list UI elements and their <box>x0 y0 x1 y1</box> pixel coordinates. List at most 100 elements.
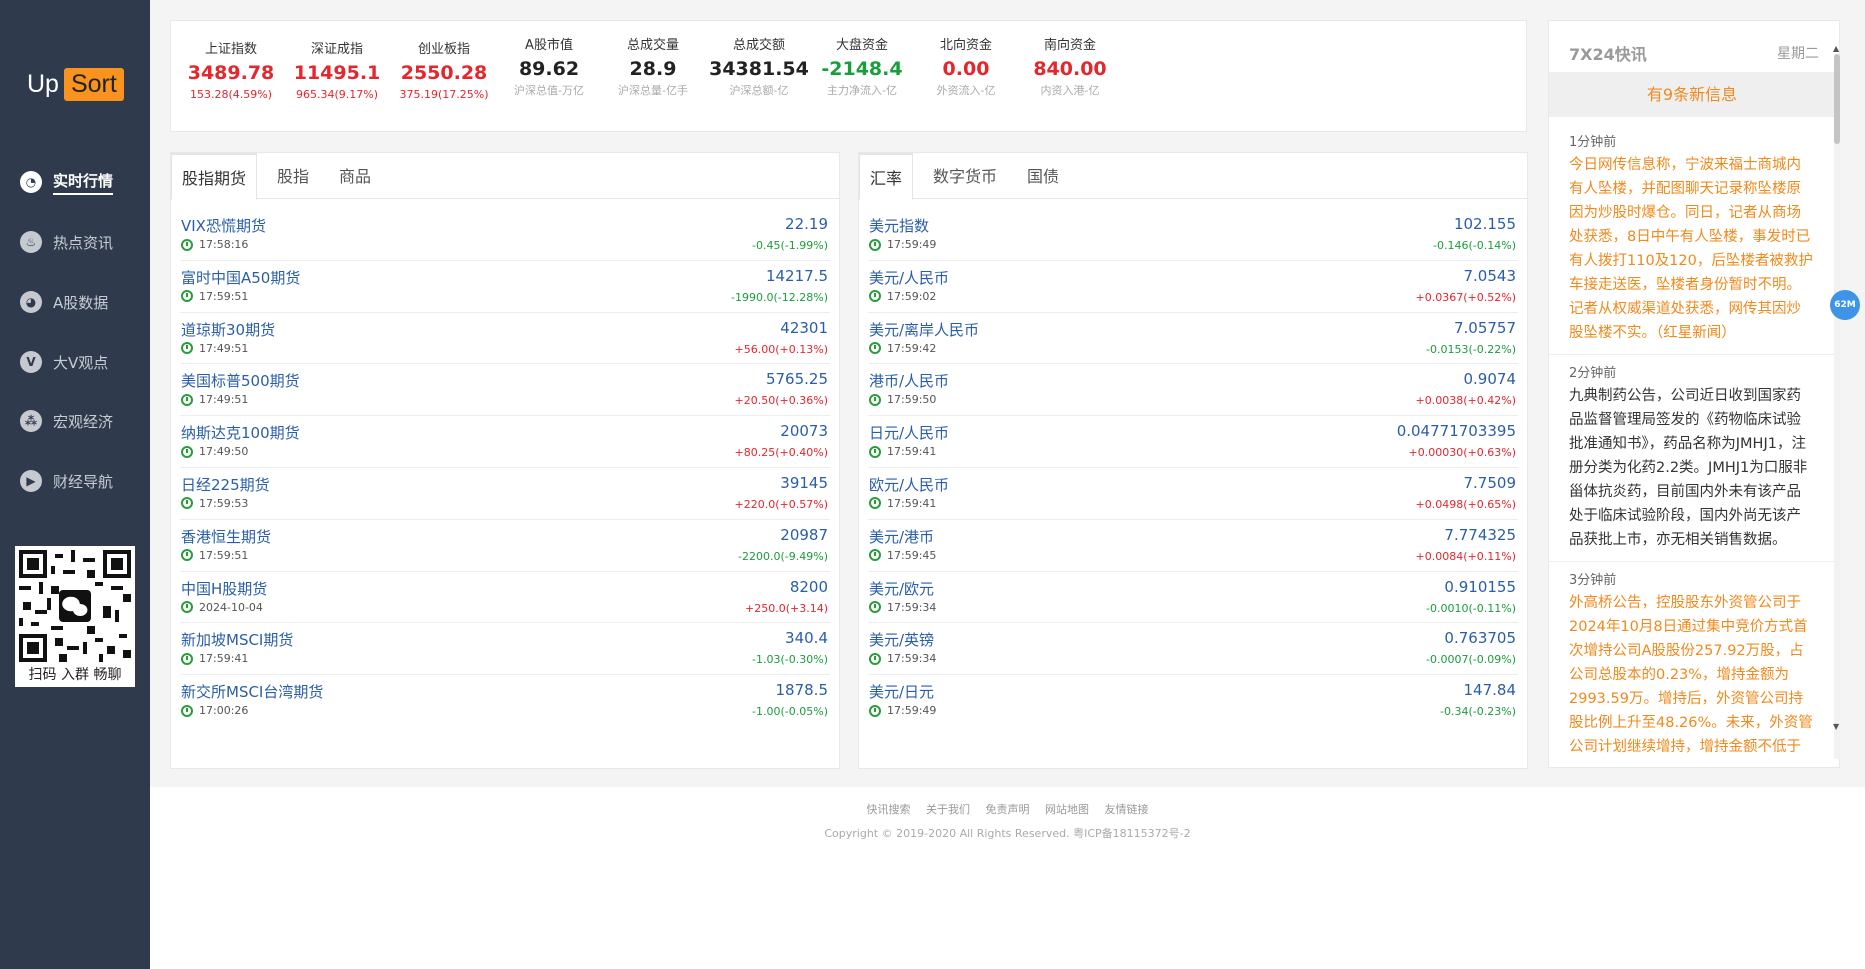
fx-row[interactable]: 美元/日元 147.84 17:59:49 -0.34(-0.23%) <box>868 675 1518 727</box>
quote-time-text: 17:59:51 <box>199 289 249 303</box>
news-item[interactable]: 2分钟前 九典制药公告，公司近日收到国家药品监督管理局签发的《药物临床试验批准通… <box>1549 355 1835 562</box>
quote-time: 17:59:53 <box>181 497 248 510</box>
nav-label: 宏观经济 <box>53 412 114 431</box>
quote-name[interactable]: 美元/欧元 <box>869 578 934 599</box>
quote-value: 0.910155 <box>1444 577 1516 596</box>
clock-icon <box>869 445 881 458</box>
quote-time: 17:59:51 <box>181 290 248 303</box>
nav-item-finance-nav[interactable]: ▶ 财经导航 <box>20 466 113 496</box>
footer-link-sitemap[interactable]: 网站地图 <box>1045 803 1089 816</box>
futures-row[interactable]: VIX恐慌期货 22.19 17:58:16 -0.45(-1.99%) <box>180 209 830 261</box>
ticker-sub: 外资流入-亿 <box>936 84 996 97</box>
futures-row[interactable]: 中国H股期货 8200 2024-10-04 +250.0(+3.14) <box>180 572 830 624</box>
fx-row[interactable]: 美元/人民币 7.0543 17:59:02 +0.0367(+0.52%) <box>868 261 1518 313</box>
new-messages-banner[interactable]: 有9条新信息 <box>1549 72 1835 117</box>
quote-value: 14217.5 <box>765 266 828 285</box>
quote-name[interactable]: 新加坡MSCI期货 <box>181 629 293 650</box>
tab-indices[interactable]: 股指 <box>267 153 319 199</box>
footer-link-friends[interactable]: 友情链接 <box>1105 803 1149 816</box>
nav-item-big-v[interactable]: V 大V观点 <box>20 347 108 377</box>
memory-badge[interactable]: 62M <box>1830 290 1860 320</box>
quote-name[interactable]: 美元/离岸人民币 <box>869 319 979 340</box>
fx-panel: 汇率 数字货币 国债 美元指数 102.155 17:59:49 -0.146(-0.… <box>858 152 1528 769</box>
fx-row[interactable]: 美元/离岸人民币 7.05757 17:59:42 -0.0153(-0.22%) <box>868 313 1518 365</box>
ticker-chinext[interactable]: 创业板指 2550.28 375.19(17.25%) <box>389 41 499 103</box>
quote-name[interactable]: 美元指数 <box>869 215 929 236</box>
quote-name[interactable]: 日元/人民币 <box>869 422 949 443</box>
nav-item-a-share-data[interactable]: ◕ A股数据 <box>20 287 108 317</box>
futures-row[interactable]: 美国标普500期货 5765.25 17:49:51 +20.50(+0.36%) <box>180 364 830 417</box>
nav-item-realtime[interactable]: ◔ 实时行情 <box>20 167 114 197</box>
quote-name[interactable]: 新交所MSCI台湾期货 <box>181 681 323 702</box>
tab-index-futures[interactable]: 股指期货 <box>171 153 258 200</box>
quote-change: +250.0(+3.14) <box>745 601 828 615</box>
futures-row[interactable]: 纳斯达克100期货 20073 17:49:50 +80.25(+0.40%) <box>180 416 830 468</box>
quote-change: -0.0007(-0.09%) <box>1426 653 1516 667</box>
fx-row[interactable]: 欧元/人民币 7.7509 17:59:41 +0.0498(+0.65%) <box>868 468 1518 520</box>
ticker-turnover[interactable]: 总成交额 34381.54 沪深总额-亿 <box>704 37 814 99</box>
quote-name[interactable]: 美元/港币 <box>869 526 934 547</box>
quote-name[interactable]: 道琼斯30期货 <box>181 319 275 340</box>
tab-commodities[interactable]: 商品 <box>329 153 381 199</box>
ticker-market-flow[interactable]: 大盘资金 -2148.4 主力净流入-亿 <box>807 37 917 99</box>
quote-name[interactable]: 港币/人民币 <box>869 370 949 391</box>
futures-row[interactable]: 日经225期货 39145 17:59:53 +220.0(+0.57%) <box>180 468 830 520</box>
tab-crypto[interactable]: 数字货币 <box>923 153 1007 199</box>
quote-name[interactable]: 富时中国A50期货 <box>181 267 300 288</box>
tab-exchange-rates[interactable]: 汇率 <box>859 153 914 200</box>
quote-time: 17:00:26 <box>181 704 248 717</box>
quote-time: 17:59:34 <box>869 652 936 665</box>
tab-bonds[interactable]: 国债 <box>1017 153 1069 199</box>
fx-row[interactable]: 日元/人民币 0.04771703395 17:59:41 +0.00030(+0.6… <box>868 416 1518 468</box>
futures-row[interactable]: 新交所MSCI台湾期货 1878.5 17:00:26 -1.00(-0.05%) <box>180 675 830 727</box>
nav-label: 实时行情 <box>53 170 114 195</box>
ticker-volume[interactable]: 总成交量 28.9 沪深总量-亿手 <box>598 37 708 99</box>
fx-row[interactable]: 美元/英镑 0.763705 17:59:34 -0.0007(-0.09%) <box>868 623 1518 676</box>
quote-name[interactable]: 美国标普500期货 <box>181 370 300 391</box>
scroll-up-arrow-icon[interactable]: ▲ <box>1833 44 1839 53</box>
fx-row[interactable]: 港币/人民币 0.9074 17:59:50 +0.0038(+0.42%) <box>868 364 1518 417</box>
ticker-a-share-cap[interactable]: A股市值 89.62 沪深总值-万亿 <box>494 37 604 99</box>
fx-row[interactable]: 美元/欧元 0.910155 17:59:34 -0.0010(-0.11%) <box>868 572 1518 624</box>
quote-name[interactable]: VIX恐慌期货 <box>181 215 266 236</box>
clock-icon <box>869 290 881 303</box>
logo[interactable]: Up Sort <box>27 68 124 101</box>
nav-item-hot-news[interactable]: ♨ 热点资讯 <box>20 227 113 257</box>
footer-link-disclaimer[interactable]: 免责声明 <box>986 803 1030 816</box>
quote-name[interactable]: 美元/日元 <box>869 681 934 702</box>
quote-name[interactable]: 欧元/人民币 <box>869 474 949 495</box>
quote-change: +0.0038(+0.42%) <box>1415 394 1516 408</box>
quote-name[interactable]: 美元/人民币 <box>869 267 949 288</box>
ticker-name: 南向资金 <box>1043 38 1096 53</box>
quote-name[interactable]: 中国H股期货 <box>181 578 267 599</box>
futures-row[interactable]: 新加坡MSCI期货 340.4 17:59:41 -1.03(-0.30%) <box>180 623 830 676</box>
quote-name[interactable]: 美元/英镑 <box>869 629 934 650</box>
ticker-sub: 153.28(4.59%) <box>189 88 273 101</box>
scrollbar-thumb[interactable] <box>1834 54 1840 144</box>
fx-row[interactable]: 美元/港币 7.774325 17:59:45 +0.0084(+0.11%) <box>868 520 1518 572</box>
ticker-northbound[interactable]: 北向资金 0.00 外资流入-亿 <box>911 37 1021 99</box>
quote-name[interactable]: 纳斯达克100期货 <box>181 422 300 443</box>
quote-time: 17:59:02 <box>869 290 936 303</box>
ticker-southbound[interactable]: 南向资金 840.00 内资入港-亿 <box>1015 37 1125 99</box>
quote-value: 340.4 <box>785 629 828 648</box>
news-item[interactable]: 3分钟前 外高桥公告，控股股东外资管公司于2024年10月8日通过集中竞价方式首… <box>1549 562 1835 759</box>
scroll-down-arrow-icon[interactable]: ▼ <box>1833 722 1839 731</box>
footer-link-search[interactable]: 快讯搜索 <box>867 803 911 816</box>
news-list[interactable]: 1分钟前 今日网传信息称，宁波来福士商城内有人坠楼，并配图聊天记录称坠楼原因为炒… <box>1549 124 1835 759</box>
quote-name[interactable]: 香港恒生期货 <box>181 526 271 547</box>
footer-link-about[interactable]: 关于我们 <box>926 803 970 816</box>
play-icon: ▶ <box>20 470 42 492</box>
news-scrollbar[interactable] <box>1834 54 1840 759</box>
nav-item-macro[interactable]: ⁂ 宏观经济 <box>20 406 113 436</box>
news-item[interactable]: 1分钟前 今日网传信息称，宁波来福士商城内有人坠楼，并配图聊天记录称坠楼原因为炒… <box>1549 124 1835 355</box>
futures-row[interactable]: 香港恒生期货 20987 17:59:51 -2200.0(-9.49%) <box>180 520 830 572</box>
ticker-sh-index[interactable]: 上证指数 3489.78 153.28(4.59%) <box>176 41 286 103</box>
quote-value: 147.84 <box>1463 681 1517 700</box>
nav-label: 财经导航 <box>53 472 114 491</box>
ticker-sz-index[interactable]: 深证成指 11495.1 965.34(9.17%) <box>282 41 392 103</box>
fx-row[interactable]: 美元指数 102.155 17:59:49 -0.146(-0.14%) <box>868 209 1518 261</box>
quote-name[interactable]: 日经225期货 <box>181 474 270 495</box>
futures-row[interactable]: 富时中国A50期货 14217.5 17:59:51 -1990.0(-12.28%) <box>180 261 830 313</box>
futures-row[interactable]: 道琼斯30期货 42301 17:49:51 +56.00(+0.13%) <box>180 313 830 365</box>
